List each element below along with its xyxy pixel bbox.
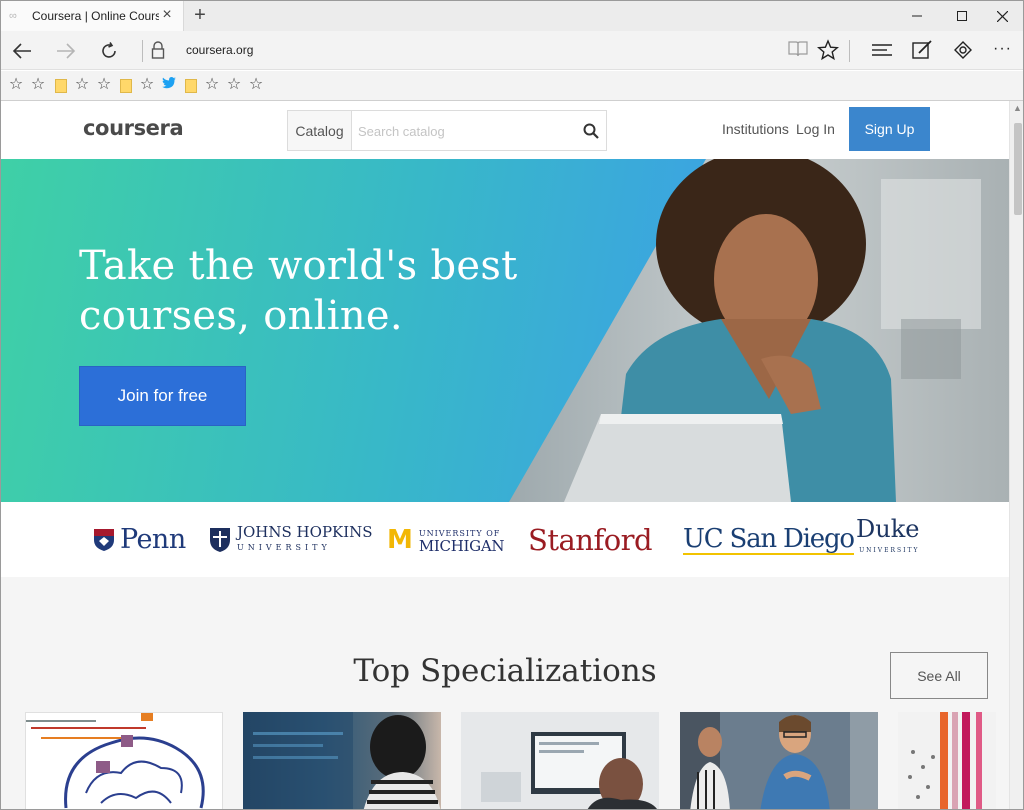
specialization-photo [908, 712, 982, 809]
specialization-card[interactable] [680, 712, 878, 809]
penn-shield-icon [94, 528, 114, 551]
login-link[interactable]: Log In [796, 121, 835, 137]
johns-hopkins-logo[interactable]: JOHNS HOPKINS UNIVERSITY [209, 502, 373, 577]
scroll-up-arrow-icon[interactable]: ▲ [1013, 103, 1022, 113]
back-button[interactable] [8, 37, 36, 65]
browser-window: ∞ Coursera | Online Cours × + coursera.o… [0, 0, 1024, 810]
jhu-sub: UNIVERSITY [237, 542, 331, 552]
favorite-star-icon[interactable]: ☆ [248, 77, 264, 93]
web-page: coursera Catalog Institutions Log In Sig… [1, 101, 1009, 809]
umich-block-m-icon: M [387, 524, 413, 555]
hero-title-line-1: Take the world's best [79, 243, 518, 289]
favorite-folder-icon[interactable] [55, 79, 67, 93]
refresh-button[interactable] [95, 37, 123, 65]
hero-banner: Take the world's best courses, online. J… [1, 159, 1009, 502]
minimize-button[interactable] [894, 1, 940, 31]
web-note-icon[interactable] [911, 39, 933, 66]
uc-san-diego-logo[interactable]: UC San Diego [683, 502, 855, 577]
favorite-star-icon[interactable]: ☆ [74, 77, 90, 93]
favorite-star-icon[interactable]: ☆ [226, 77, 242, 93]
share-icon[interactable] [952, 39, 974, 66]
duke-name: Duke UNIVERSITY [856, 514, 920, 562]
more-options-icon[interactable]: ··· [993, 40, 1012, 58]
coursera-logo[interactable]: coursera [83, 116, 184, 140]
favorite-folder-icon[interactable] [185, 79, 197, 93]
duke-sub: UNIVERSITY [859, 546, 920, 554]
umich-big: MICHIGAN [418, 536, 505, 555]
jhu-name: JOHNS HOPKINS UNIVERSITY [237, 522, 373, 555]
hub-icon[interactable] [871, 41, 893, 64]
favorite-star-icon[interactable]: ☆ [96, 77, 112, 93]
catalog-button[interactable]: Catalog [288, 111, 352, 150]
lock-icon[interactable] [151, 41, 165, 64]
stanford-name: Stanford [528, 522, 653, 557]
coursera-favicon-icon: ∞ [9, 10, 17, 22]
search-icon[interactable] [583, 123, 599, 144]
stanford-logo[interactable]: Stanford [528, 502, 653, 577]
search-box: Catalog [287, 110, 607, 151]
hero-title: Take the world's best courses, online. [79, 241, 549, 341]
hero-title-line-2: courses, online. [79, 293, 403, 339]
sign-up-button[interactable]: Sign Up [849, 107, 930, 151]
specialization-photo [243, 712, 441, 809]
favorite-star-icon[interactable]: ☆ [139, 77, 155, 93]
site-header: coursera Catalog Institutions Log In Sig… [1, 101, 1009, 159]
search-input[interactable] [358, 121, 578, 141]
specialization-photo [680, 712, 878, 809]
reading-view-icon[interactable] [787, 40, 809, 63]
favorites-bar: ☆ ☆ ☆ ☆ ☆ ☆ ☆ ☆ [1, 71, 1023, 101]
see-all-button[interactable]: See All [890, 652, 988, 699]
tab-coursera[interactable]: ∞ Coursera | Online Cours × [1, 1, 184, 31]
michigan-logo[interactable]: M UNIVERSITY OF MICHIGAN [387, 502, 504, 577]
favorite-folder-icon[interactable] [120, 79, 132, 93]
jhu-main: JOHNS HOPKINS [237, 522, 373, 541]
address-divider [142, 40, 143, 62]
duke-logo[interactable]: Duke UNIVERSITY [856, 502, 919, 577]
brain-illustration [26, 713, 205, 809]
add-favorite-star-icon[interactable] [816, 39, 840, 66]
toolbar-divider [849, 40, 850, 62]
favorite-star-icon[interactable]: ☆ [30, 77, 46, 93]
specialization-photo [481, 732, 657, 809]
new-tab-button[interactable]: + [191, 5, 209, 25]
scroll-thumb[interactable] [1014, 123, 1022, 215]
address-bar[interactable]: coursera.org [186, 43, 253, 57]
top-specializations-section: Top Specializations See All [1, 577, 1009, 809]
specialization-card[interactable] [461, 712, 659, 809]
favorite-star-icon[interactable]: ☆ [204, 77, 220, 93]
umich-name: UNIVERSITY OF MICHIGAN [418, 528, 505, 555]
specialization-card[interactable] [25, 712, 223, 809]
favorite-star-icon[interactable]: ☆ [8, 77, 24, 93]
penn-name: Penn [120, 524, 186, 555]
specialization-card[interactable] [243, 712, 441, 809]
navigation-bar: coursera.org ··· [1, 31, 1023, 70]
penn-logo[interactable]: Penn [93, 502, 186, 577]
tab-bar: ∞ Coursera | Online Cours × + [1, 1, 1023, 31]
specialization-card[interactable] [898, 712, 996, 809]
close-tab-icon[interactable]: × [159, 7, 175, 23]
jhu-shield-icon [210, 527, 230, 552]
page-scrollbar[interactable]: ▲ [1009, 101, 1023, 809]
institutions-link[interactable]: Institutions [722, 121, 789, 137]
join-for-free-button[interactable]: Join for free [79, 366, 246, 426]
duke-main: Duke [856, 514, 920, 543]
section-title: Top Specializations [353, 653, 657, 689]
tab-title: Coursera | Online Cours [32, 9, 159, 23]
partner-universities: Penn JOHNS HOPKINS UNIVERSITY M UNIVERSIT… [1, 502, 1009, 577]
ucsd-name: UC San Diego [683, 523, 855, 555]
close-window-button[interactable] [979, 1, 1023, 31]
forward-button[interactable] [52, 37, 80, 65]
twitter-bird-icon[interactable] [161, 77, 177, 93]
